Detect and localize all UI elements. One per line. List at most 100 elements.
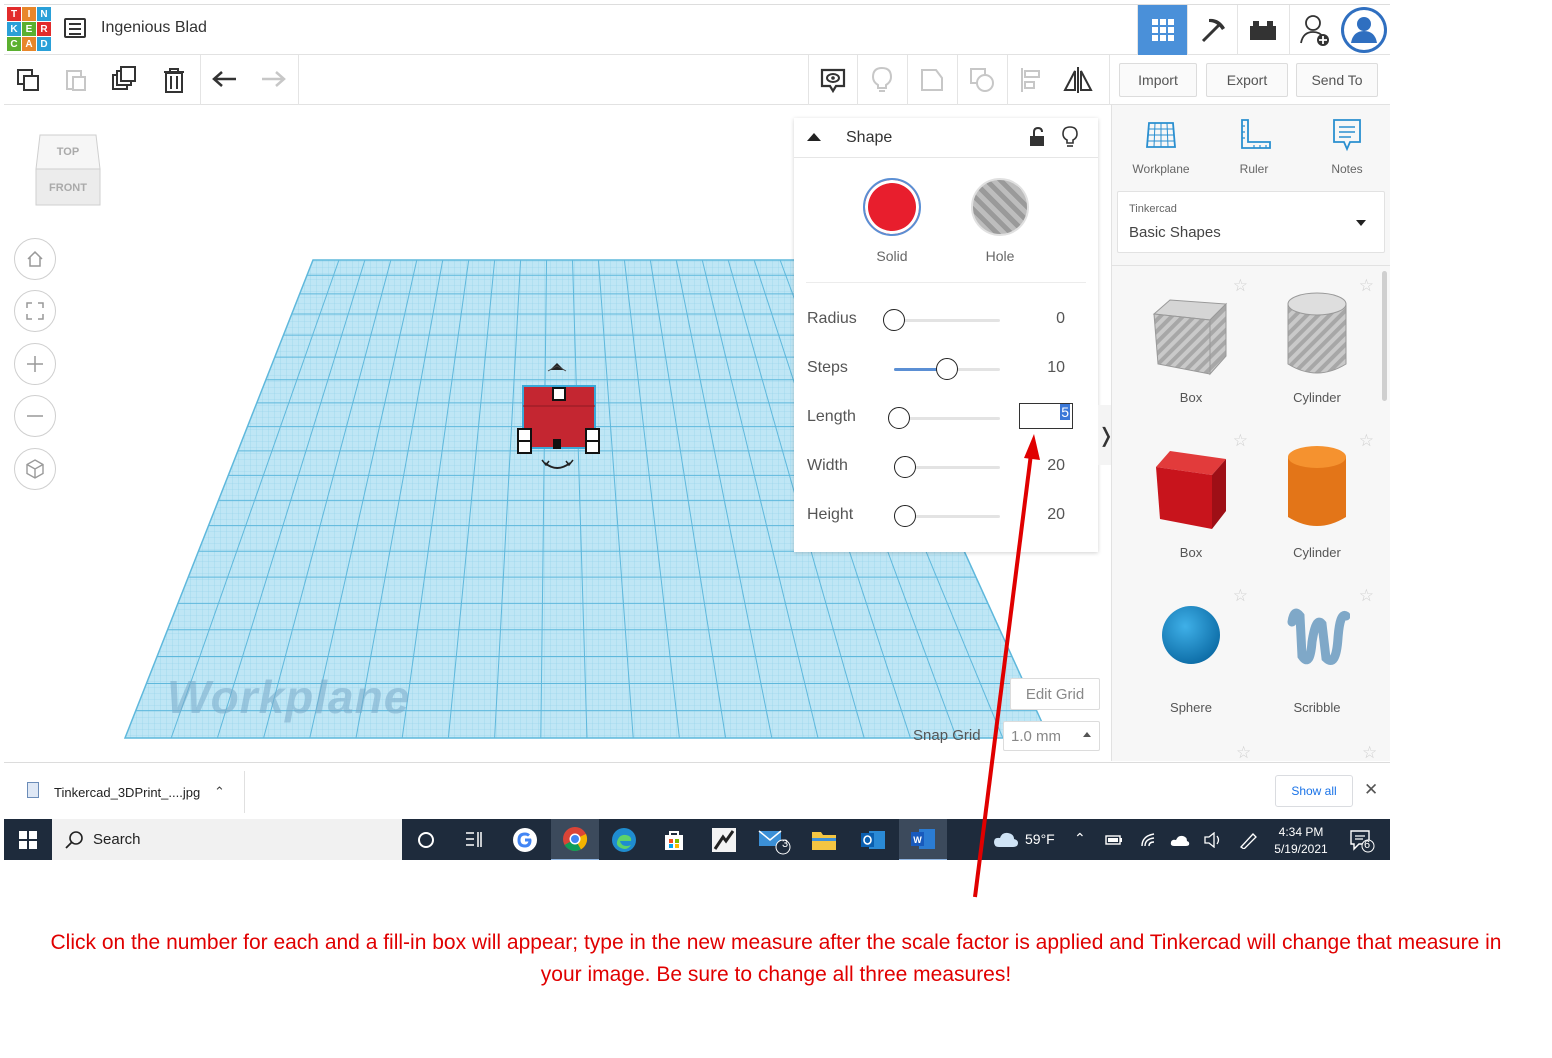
- codeblocks-view-button[interactable]: [1187, 5, 1237, 55]
- delete-button[interactable]: [150, 55, 198, 105]
- favorite-star-icon[interactable]: ☆: [1359, 586, 1374, 606]
- show-all-button[interactable]: Show all: [1275, 775, 1353, 807]
- steps-value[interactable]: 10: [1047, 359, 1065, 377]
- favorite-star-icon[interactable]: ☆: [1233, 431, 1248, 451]
- lightbulb-icon[interactable]: [1062, 126, 1078, 148]
- length-slider[interactable]: [888, 407, 1000, 429]
- ruler-tool-button[interactable]: Ruler: [1214, 117, 1294, 176]
- favorite-star-icon[interactable]: ☆: [1233, 586, 1248, 606]
- shape-library-select[interactable]: Tinkercad Basic Shapes: [1117, 191, 1385, 253]
- design-list-icon[interactable]: [64, 18, 86, 38]
- zoom-in-button[interactable]: [14, 343, 56, 385]
- favorite-star-icon[interactable]: ☆: [1362, 743, 1385, 761]
- group-button[interactable]: [908, 55, 956, 105]
- solid-option[interactable]: Solid: [862, 178, 922, 264]
- ungroup-button[interactable]: [958, 55, 1006, 105]
- mail-app-button[interactable]: 3: [750, 819, 798, 860]
- word-app-button[interactable]: W: [899, 819, 947, 860]
- folder-icon: [812, 832, 836, 850]
- pickaxe-icon: [1201, 18, 1225, 43]
- snap-grid-select[interactable]: 1.0 mm: [1003, 721, 1100, 751]
- home-view-button[interactable]: [14, 238, 56, 280]
- battery-icon[interactable]: [1105, 833, 1123, 847]
- download-file-name[interactable]: Tinkercad_3DPrint_....jpg: [54, 785, 200, 800]
- collapse-caret-icon[interactable]: [806, 132, 822, 142]
- height-slider[interactable]: [893, 505, 1000, 527]
- steps-slider[interactable]: [894, 358, 1000, 380]
- bricks-view-button[interactable]: [1237, 5, 1287, 55]
- chevron-up-icon[interactable]: ⌃: [214, 784, 225, 800]
- mirror-button[interactable]: [1054, 55, 1102, 105]
- cortana-button[interactable]: [402, 819, 450, 860]
- paste-button[interactable]: [52, 55, 100, 105]
- workplane-tool-button[interactable]: Workplane: [1121, 117, 1201, 176]
- duplicate-button[interactable]: [100, 55, 148, 105]
- store-app-button[interactable]: [650, 819, 698, 860]
- shape-cylinder-hole[interactable]: ☆ Cylinder: [1254, 272, 1380, 422]
- taskbar-clock[interactable]: 4:34 PM 5/19/2021: [1266, 824, 1336, 858]
- shape-scribble[interactable]: ☆ Scribble: [1254, 582, 1380, 732]
- 3d-design-view-button[interactable]: [1137, 5, 1187, 55]
- export-button[interactable]: Export: [1206, 63, 1288, 97]
- perspective-toggle-button[interactable]: [14, 448, 56, 490]
- favorite-star-icon[interactable]: ☆: [1233, 276, 1248, 296]
- align-button[interactable]: [1007, 55, 1055, 105]
- chevron-up-icon[interactable]: ⌃: [1074, 830, 1086, 847]
- favorite-star-icon[interactable]: ☆: [1359, 276, 1374, 296]
- copy-icon: [17, 69, 39, 91]
- volume-icon[interactable]: [1203, 832, 1223, 848]
- google-app-button[interactable]: [501, 819, 549, 860]
- shape-sphere[interactable]: ☆ Sphere: [1128, 582, 1254, 732]
- invite-user-button[interactable]: [1289, 5, 1339, 55]
- steps-slider-knob[interactable]: [936, 358, 958, 380]
- weather-temperature[interactable]: 59°F: [1025, 831, 1055, 847]
- width-value[interactable]: 20: [1047, 457, 1065, 475]
- onedrive-icon[interactable]: [1170, 833, 1190, 847]
- file-explorer-button[interactable]: [800, 819, 848, 860]
- chrome-app-button[interactable]: [551, 819, 599, 860]
- width-slider[interactable]: [893, 456, 1000, 478]
- shape-box-solid[interactable]: ☆ Box: [1128, 427, 1254, 577]
- taskbar-search[interactable]: Search: [52, 819, 402, 860]
- shape-box-hole[interactable]: ☆ Box: [1128, 272, 1254, 422]
- close-icon[interactable]: ✕: [1364, 780, 1378, 800]
- start-button[interactable]: [4, 819, 52, 860]
- wifi-icon[interactable]: [1140, 832, 1158, 848]
- edge-icon: [612, 828, 636, 852]
- outlook-app-button[interactable]: [849, 819, 897, 860]
- length-slider-knob[interactable]: [888, 407, 911, 429]
- notes-tool-button[interactable]: Notes: [1307, 117, 1387, 176]
- fit-view-button[interactable]: [14, 290, 56, 332]
- task-view-button[interactable]: [450, 819, 498, 860]
- favorite-star-icon[interactable]: ☆: [1359, 431, 1374, 451]
- sketch-app-button[interactable]: [700, 819, 748, 860]
- radius-slider-knob[interactable]: [883, 309, 905, 331]
- height-slider-knob[interactable]: [893, 505, 916, 527]
- shape-cylinder-solid[interactable]: ☆ Cylinder: [1254, 427, 1380, 577]
- shapes-scrollbar[interactable]: [1382, 271, 1387, 401]
- trash-icon: [164, 68, 184, 93]
- edit-grid-button[interactable]: Edit Grid: [1010, 678, 1100, 710]
- hole-option[interactable]: Hole: [970, 178, 1030, 264]
- radius-value[interactable]: 0: [1056, 310, 1065, 328]
- pen-icon[interactable]: [1238, 831, 1258, 849]
- user-avatar[interactable]: [1341, 7, 1387, 53]
- lock-open-icon[interactable]: [1029, 127, 1045, 147]
- notes-toggle-button[interactable]: [809, 55, 857, 105]
- import-button[interactable]: Import: [1119, 63, 1197, 97]
- height-value[interactable]: 20: [1047, 506, 1065, 524]
- length-input[interactable]: 5: [1019, 403, 1073, 429]
- width-slider-knob[interactable]: [893, 456, 916, 478]
- redo-button[interactable]: [249, 55, 297, 105]
- radius-slider[interactable]: [883, 309, 1000, 331]
- send-to-button[interactable]: Send To: [1296, 63, 1378, 97]
- copy-button[interactable]: [4, 55, 52, 105]
- view-cube[interactable]: TOP FRONT: [34, 129, 102, 211]
- document-title[interactable]: Ingenious Blad: [101, 19, 207, 37]
- edge-app-button[interactable]: [600, 819, 648, 860]
- undo-button[interactable]: [201, 55, 249, 105]
- zoom-out-button[interactable]: [14, 395, 56, 437]
- tinkercad-logo[interactable]: T I N K E R C A D: [7, 7, 51, 51]
- notifications-icon[interactable]: [1349, 829, 1375, 853]
- light-button[interactable]: [858, 55, 906, 105]
